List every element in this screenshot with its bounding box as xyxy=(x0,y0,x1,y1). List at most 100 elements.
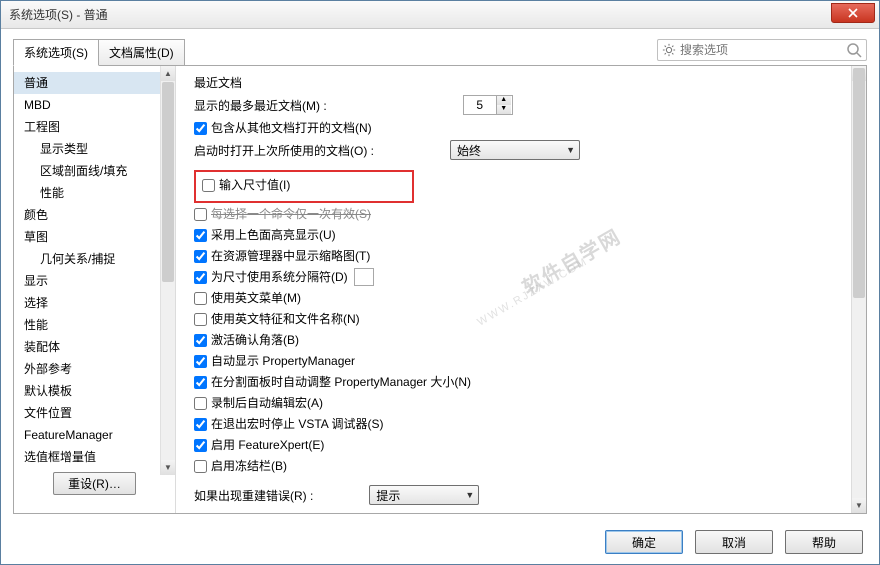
option-row: 使用英文菜单(M) xyxy=(194,289,860,307)
sidebar-item[interactable]: FeatureManager xyxy=(14,424,175,446)
option-checkbox[interactable] xyxy=(194,334,207,347)
sidebar-item[interactable]: 工程图 xyxy=(14,116,175,138)
rebuild-error-label: 如果出现重建错误(R) : xyxy=(194,487,313,504)
chevron-down-icon: ▼ xyxy=(465,490,474,500)
window-title: 系统选项(S) - 普通 xyxy=(9,6,108,23)
max-recent-value[interactable] xyxy=(464,98,496,112)
option-label: 启用冻结栏(B) xyxy=(211,457,287,475)
tabs: 系统选项(S) 文档属性(D) xyxy=(13,39,184,66)
sidebar-item[interactable]: 选值框增量值 xyxy=(14,446,175,464)
search-input[interactable] xyxy=(680,43,846,57)
option-row: 每选择一个命令仅一次有效(S) xyxy=(194,205,860,223)
sidebar-item[interactable]: 显示 xyxy=(14,270,175,292)
main-scroll-thumb[interactable] xyxy=(853,68,865,298)
include-other-docs-checkbox[interactable] xyxy=(194,122,207,135)
option-checkbox[interactable] xyxy=(194,250,207,263)
highlight-box: 输入尺寸值(I) xyxy=(194,170,414,203)
close-icon xyxy=(848,8,858,18)
sidebar-item[interactable]: 选择 xyxy=(14,292,175,314)
option-label: 启用 FeatureXpert(E) xyxy=(211,436,324,454)
option-checkbox[interactable] xyxy=(194,418,207,431)
option-checkbox[interactable] xyxy=(194,439,207,452)
option-row: 在分割面板时自动调整 PropertyManager 大小(N) xyxy=(194,373,860,391)
sidebar-item[interactable]: 性能 xyxy=(14,314,175,336)
max-recent-label: 显示的最多最近文档(M) : xyxy=(194,97,327,114)
sidebar-item[interactable]: 几何关系/捕捉 xyxy=(14,248,175,270)
tab-system-options[interactable]: 系统选项(S) xyxy=(13,39,99,66)
option-label: 在分割面板时自动调整 PropertyManager 大小(N) xyxy=(211,373,471,391)
sidebar-list: 普通MBD工程图显示类型区域剖面线/填充性能颜色草图几何关系/捕捉显示选择性能装… xyxy=(14,72,175,464)
sidebar-item[interactable]: 区域剖面线/填充 xyxy=(14,160,175,182)
dialog-window: 系统选项(S) - 普通 系统选项(S) 文档属性(D) 普通MBD工程图显示类… xyxy=(0,0,880,565)
option-checkbox[interactable] xyxy=(194,313,207,326)
top-area: 系统选项(S) 文档属性(D) xyxy=(1,29,879,66)
scroll-down-icon[interactable]: ▼ xyxy=(161,460,175,475)
footer: 确定 取消 帮助 xyxy=(605,530,863,554)
option-label: 每选择一个命令仅一次有效(S) xyxy=(211,205,371,223)
option-row: 为尺寸使用系统分隔符(D) xyxy=(194,268,860,286)
include-other-docs-row: 包含从其他文档打开的文档(N) xyxy=(194,119,860,137)
open-last-combo[interactable]: 始终 ▼ xyxy=(450,140,580,160)
ok-button[interactable]: 确定 xyxy=(605,530,683,554)
sidebar-item[interactable]: 文件位置 xyxy=(14,402,175,424)
option-row: 在资源管理器中显示缩略图(T) xyxy=(194,247,860,265)
option-checkbox[interactable] xyxy=(194,376,207,389)
sidebar-item[interactable]: 装配体 xyxy=(14,336,175,358)
max-recent-spinner[interactable]: ▲ ▼ xyxy=(463,95,513,115)
reset-button[interactable]: 重设(R)… xyxy=(53,472,136,495)
option-label: 激活确认角落(B) xyxy=(211,331,299,349)
sidebar-item[interactable]: 显示类型 xyxy=(14,138,175,160)
magnifier-icon xyxy=(846,42,862,58)
sidebar-scrollbar[interactable]: ▲ ▼ xyxy=(160,66,175,475)
option-checkbox[interactable] xyxy=(194,271,207,284)
rebuild-error-combo[interactable]: 提示 ▼ xyxy=(369,485,479,505)
sidebar-scroll-thumb[interactable] xyxy=(162,82,174,282)
option-checkbox[interactable] xyxy=(194,397,207,410)
spinner-buttons: ▲ ▼ xyxy=(496,96,511,114)
close-button[interactable] xyxy=(831,3,875,23)
option-label: 录制后自动编辑宏(A) xyxy=(211,394,323,412)
option-checkbox[interactable] xyxy=(194,460,207,473)
tab-document-properties[interactable]: 文档属性(D) xyxy=(98,39,185,66)
sidebar-item[interactable]: 外部参考 xyxy=(14,358,175,380)
rebuild-error-value: 提示 xyxy=(376,487,400,504)
option-checkbox[interactable] xyxy=(194,292,207,305)
option-checkbox[interactable] xyxy=(194,208,207,221)
separator-preview-box xyxy=(354,268,374,286)
sidebar-item[interactable]: 普通 xyxy=(14,72,175,94)
open-last-value: 始终 xyxy=(457,142,481,159)
option-checkbox[interactable] xyxy=(194,355,207,368)
titlebar: 系统选项(S) - 普通 xyxy=(1,1,879,29)
option-row: 使用英文特征和文件名称(N) xyxy=(194,310,860,328)
cancel-button[interactable]: 取消 xyxy=(695,530,773,554)
checks-container: 每选择一个命令仅一次有效(S) 采用上色面高亮显示(U) 在资源管理器中显示缩略图(… xyxy=(194,205,860,475)
sidebar-item[interactable]: 性能 xyxy=(14,182,175,204)
help-button[interactable]: 帮助 xyxy=(785,530,863,554)
search-box[interactable] xyxy=(657,39,867,61)
main-panel: 最近文档 显示的最多最近文档(M) : ▲ ▼ 包含从其他文档打开的文档(N) xyxy=(176,66,866,513)
scroll-up-icon[interactable]: ▲ xyxy=(161,66,175,81)
max-recent-row: 显示的最多最近文档(M) : ▲ ▼ xyxy=(194,95,860,115)
sidebar: 普通MBD工程图显示类型区域剖面线/填充性能颜色草图几何关系/捕捉显示选择性能装… xyxy=(14,66,176,513)
open-last-row: 启动时打开上次所使用的文档(O) : 始终 ▼ xyxy=(194,140,860,160)
option-label: 使用英文特征和文件名称(N) xyxy=(211,310,360,328)
scroll-down-icon[interactable]: ▼ xyxy=(852,498,866,513)
sidebar-item[interactable]: MBD xyxy=(14,94,175,116)
sidebar-item[interactable]: 草图 xyxy=(14,226,175,248)
option-label: 在退出宏时停止 VSTA 调试器(S) xyxy=(211,415,383,433)
sidebar-item[interactable]: 默认模板 xyxy=(14,380,175,402)
main-scrollbar[interactable]: ▲ ▼ xyxy=(851,66,866,513)
option-row: 启用冻结栏(B) xyxy=(194,457,860,475)
option-row: 激活确认角落(B) xyxy=(194,331,860,349)
spinner-up-icon[interactable]: ▲ xyxy=(497,96,511,105)
option-row: 自动显示 PropertyManager xyxy=(194,352,860,370)
spinner-down-icon[interactable]: ▼ xyxy=(497,105,511,114)
input-dim-checkbox[interactable] xyxy=(202,179,215,192)
option-label: 为尺寸使用系统分隔符(D) xyxy=(211,268,348,286)
option-row: 采用上色面高亮显示(U) xyxy=(194,226,860,244)
option-checkbox[interactable] xyxy=(194,229,207,242)
include-other-docs-label: 包含从其他文档打开的文档(N) xyxy=(211,119,372,137)
option-row: 启用 FeatureXpert(E) xyxy=(194,436,860,454)
sidebar-item[interactable]: 颜色 xyxy=(14,204,175,226)
gear-icon xyxy=(662,43,676,57)
